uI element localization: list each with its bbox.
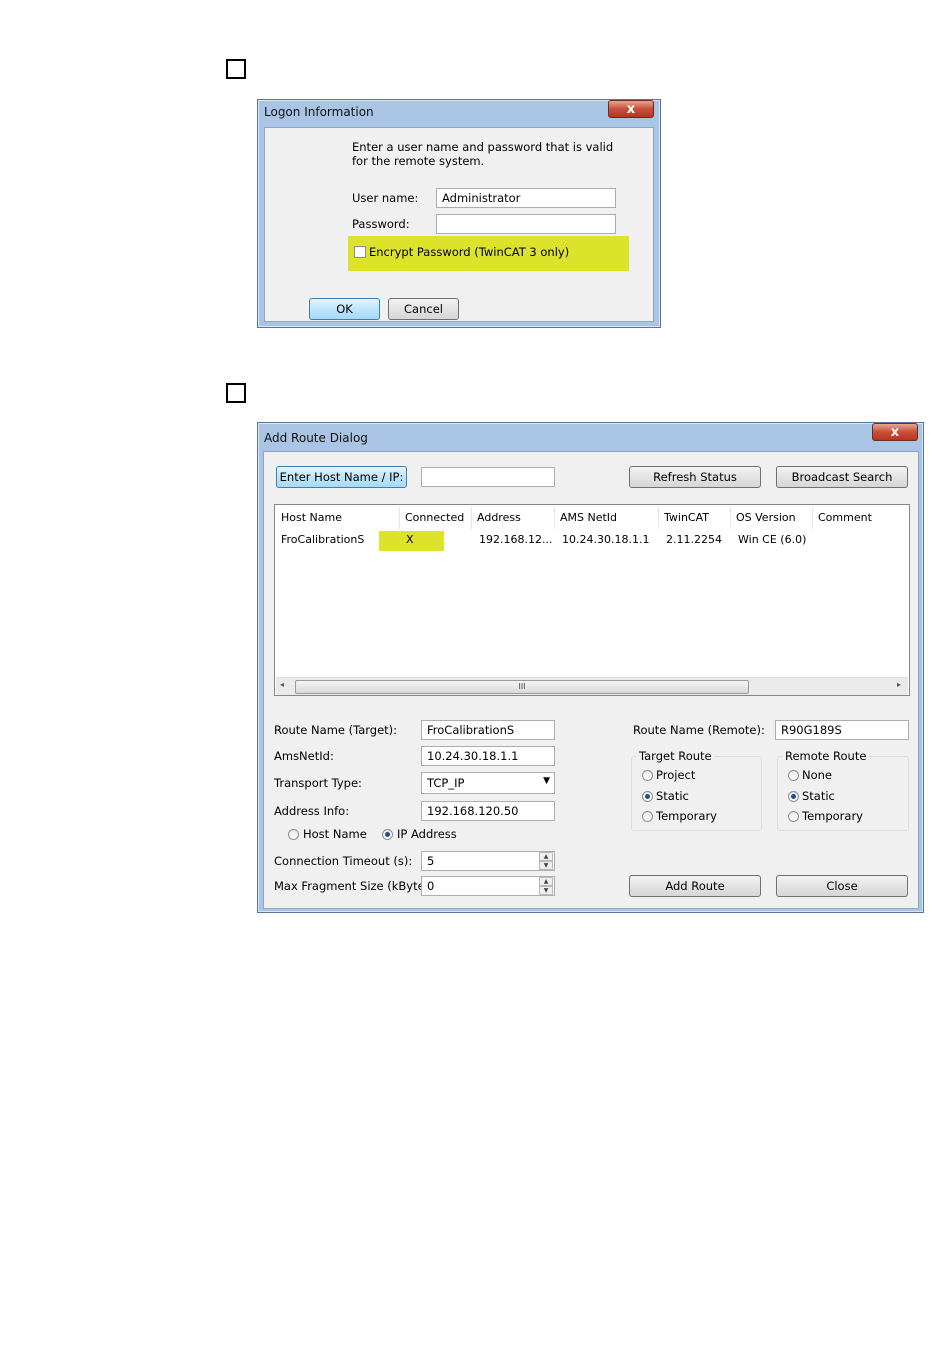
username-label: User name:: [352, 191, 419, 205]
address-info-field[interactable]: 192.168.120.50: [421, 801, 555, 821]
close-icon[interactable]: x: [608, 100, 654, 118]
remote-route-none-label: None: [802, 768, 833, 782]
add-route-dialog: Add Route Dialog x Enter Host Name / IP:…: [257, 422, 924, 913]
target-route-static-radio[interactable]: [642, 791, 653, 802]
column-header[interactable]: OS Version: [731, 507, 813, 529]
cell-connected: X: [406, 533, 414, 546]
logon-client: Enter a user name and password that is v…: [264, 127, 654, 322]
remote-route-static-radio[interactable]: [788, 791, 799, 802]
column-header[interactable]: Comment: [813, 507, 909, 529]
remote-route-title: Remote Route: [782, 749, 870, 763]
column-header[interactable]: AMS NetId: [555, 507, 659, 529]
close-button[interactable]: Close: [776, 875, 908, 897]
password-label: Password:: [352, 217, 410, 231]
chevron-down-icon: ▼: [543, 776, 550, 786]
horizontal-scrollbar[interactable]: ◂ III ▸: [276, 677, 908, 695]
route-name-target-field[interactable]: FroCalibrationS: [421, 720, 555, 740]
add-route-button[interactable]: Add Route: [629, 875, 761, 897]
cell-comment: [815, 531, 910, 549]
scroll-right-icon[interactable]: ▸: [897, 680, 901, 689]
target-route-title: Target Route: [636, 749, 715, 763]
transport-type-label: Transport Type:: [274, 776, 362, 790]
encrypt-password-checkbox[interactable]: [354, 246, 366, 258]
cell-address: 192.168.12...: [479, 533, 553, 546]
target-route-static-label: Static: [656, 789, 689, 803]
route-name-remote-label: Route Name (Remote):: [633, 723, 765, 737]
host-name-radio-label: Host Name: [303, 827, 367, 841]
remote-route-temporary-radio[interactable]: [788, 811, 799, 822]
target-route-project-radio[interactable]: [642, 770, 653, 781]
scroll-thumb[interactable]: III: [295, 680, 749, 694]
route-name-target-label: Route Name (Target):: [274, 723, 398, 737]
step-checkbox-2: [226, 383, 246, 403]
ok-button[interactable]: OK: [309, 298, 380, 320]
connection-timeout-field[interactable]: 5: [421, 851, 555, 871]
enter-host-button[interactable]: Enter Host Name / IP:: [276, 466, 407, 488]
cell-ams-netid: 10.24.30.18.1.1: [562, 533, 650, 546]
close-icon[interactable]: x: [872, 423, 918, 441]
max-fragment-label: Max Fragment Size (kByte):: [274, 879, 434, 893]
host-name-radio[interactable]: [288, 829, 299, 840]
transport-type-value: TCP_IP: [427, 776, 465, 790]
transport-type-select[interactable]: TCP_IP ▼: [421, 772, 555, 794]
max-fragment-field[interactable]: 0: [421, 876, 555, 896]
column-header[interactable]: TwinCAT: [659, 507, 731, 529]
encrypt-password-label: Encrypt Password (TwinCAT 3 only): [369, 245, 570, 259]
column-header[interactable]: Address: [472, 507, 555, 529]
amsnetid-label: AmsNetId:: [274, 749, 334, 763]
password-field[interactable]: [436, 214, 616, 234]
host-list: Host Name Connected Address AMS NetId Tw…: [274, 504, 910, 696]
amsnetid-field[interactable]: 10.24.30.18.1.1: [421, 746, 555, 766]
column-header[interactable]: Connected: [400, 507, 472, 529]
ip-address-radio-label: IP Address: [397, 827, 457, 841]
broadcast-search-button[interactable]: Broadcast Search: [776, 466, 908, 488]
cell-host-name: FroCalibrationS: [281, 533, 365, 546]
ip-address-radio[interactable]: [382, 829, 393, 840]
spin-up-icon[interactable]: ▲: [539, 852, 553, 861]
spin-down-icon[interactable]: ▼: [539, 886, 553, 895]
spin-down-icon[interactable]: ▼: [539, 861, 553, 870]
target-route-temporary-label: Temporary: [656, 809, 717, 823]
spin-up-icon[interactable]: ▲: [539, 877, 553, 886]
column-header[interactable]: Host Name: [276, 507, 400, 529]
target-route-project-label: Project: [656, 768, 696, 782]
connection-timeout-label: Connection Timeout (s):: [274, 854, 413, 868]
username-field[interactable]: Administrator: [436, 188, 616, 208]
add-route-dialog-title: Add Route Dialog: [264, 431, 368, 445]
step-checkbox-1: [226, 59, 246, 79]
logon-dialog: Logon Information x Enter a user name an…: [257, 99, 661, 328]
scroll-left-icon[interactable]: ◂: [280, 680, 284, 689]
remote-route-static-label: Static: [802, 789, 835, 803]
target-route-temporary-radio[interactable]: [642, 811, 653, 822]
logon-instruction: Enter a user name and password that is v…: [352, 140, 614, 168]
refresh-status-button[interactable]: Refresh Status: [629, 466, 761, 488]
remote-route-temporary-label: Temporary: [802, 809, 863, 823]
add-route-client: Enter Host Name / IP: Refresh Status Bro…: [263, 451, 919, 909]
remote-route-none-radio[interactable]: [788, 770, 799, 781]
cancel-button[interactable]: Cancel: [388, 298, 459, 320]
route-name-remote-field[interactable]: R90G189S: [775, 720, 909, 740]
cell-twincat: 2.11.2254: [666, 533, 722, 546]
logon-dialog-title: Logon Information: [264, 105, 374, 119]
host-input[interactable]: [421, 467, 555, 487]
cell-os-version: Win CE (6.0): [738, 533, 807, 546]
address-info-label: Address Info:: [274, 804, 350, 818]
